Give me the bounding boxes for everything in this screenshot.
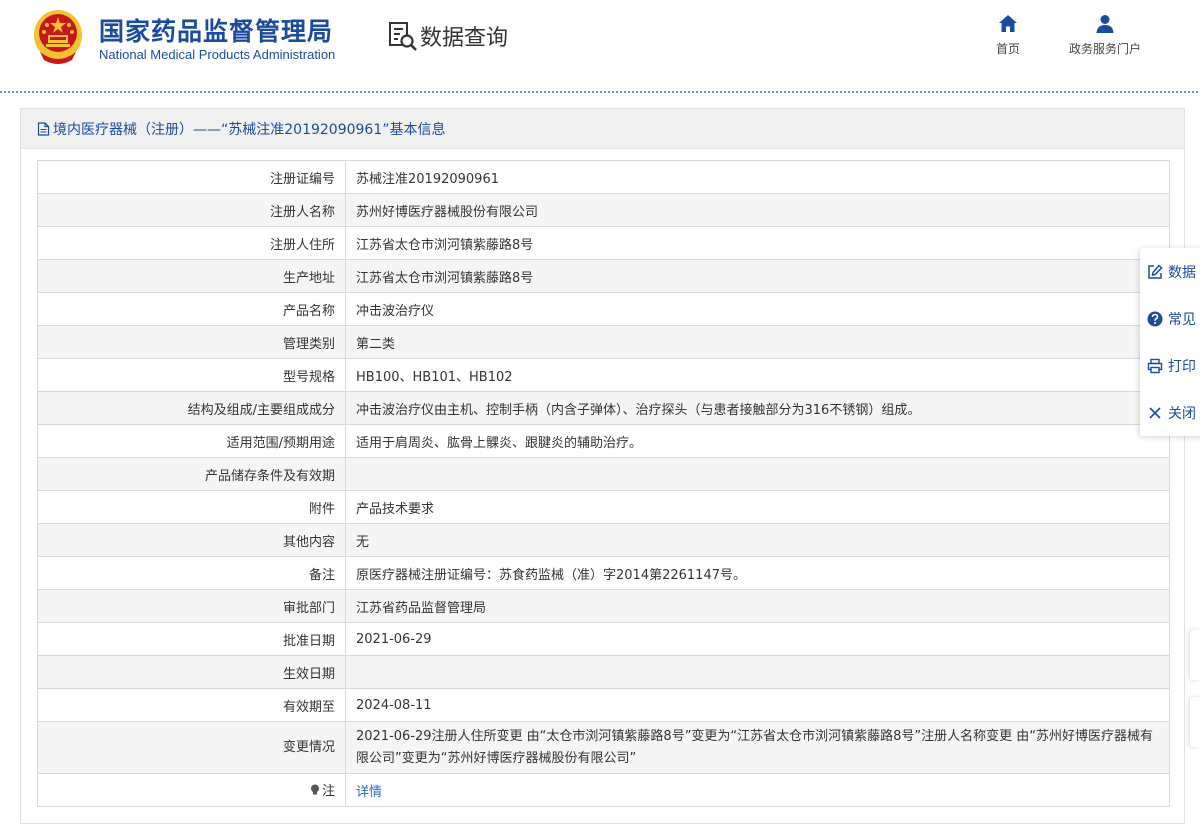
float-item-label: 数据 [1168,264,1196,281]
row-value: 2021-06-29注册人住所变更 由“太仓市浏河镇紫藤路8号”变更为“江苏省太… [345,721,1170,774]
float-item-print[interactable]: 打印 [1140,342,1200,389]
row-value: 冲击波治疗仪由主机、控制手柄（内含子弹体）、治疗探头（与患者接触部分为316不锈… [345,391,1170,425]
row-label: 型号规格 [37,358,346,392]
table-row: 型号规格 HB100、HB101、HB102 [37,358,1170,392]
row-value: HB100、HB101、HB102 [345,358,1170,392]
site-header: 国家药品监督管理局 National Medical Products Admi… [0,0,1200,93]
row-label: 生产地址 [37,259,346,293]
table-row: 注册人住所 江苏省太仓市浏河镇紫藤路8号 [37,226,1170,260]
table-row: 产品储存条件及有效期 [37,457,1170,491]
table-row: 结构及组成/主要组成成分 冲击波治疗仪由主机、控制手柄（内含子弹体）、治疗探头（与… [37,391,1170,425]
data-query-label: 数据查询 [420,26,509,51]
row-value: 苏械注准20192090961 [345,160,1170,194]
row-value: 原医疗器械注册证编号：苏食药监械（准）字2014第2261147号。 [345,556,1170,590]
table-row: 产品名称 冲击波治疗仪 [37,292,1170,326]
table-row-note: 注 详情 [37,773,1170,807]
row-label: 备注 [37,556,346,590]
row-label: 附件 [37,490,346,524]
panel-title: 境内医疗器械（注册）——“苏械注准20192090961”基本信息 [21,109,1184,149]
data-query-title: 数据查询 [388,20,508,52]
row-value: 2021-06-29 [345,622,1170,656]
row-label: 注册证编号 [37,160,346,194]
row-value [345,457,1170,491]
float-item-label: 关闭 [1168,405,1196,422]
row-label: 产品名称 [37,292,346,326]
row-value: 江苏省太仓市浏河镇紫藤路8号 [345,259,1170,293]
table-row: 有效期至 2024-08-11 [37,688,1170,722]
floating-toolbar: 数据 常见 打印 关闭 [1140,248,1200,436]
nav-home[interactable]: 首页 [985,14,1031,57]
table-row: 其他内容无 [37,523,1170,557]
row-label: 结构及组成/主要组成成分 [37,391,346,425]
row-value: 产品技术要求 [345,490,1170,524]
float-item-label: 常见 [1168,311,1196,328]
float-item-label: 打印 [1168,358,1196,375]
table-row: 注册人名称 苏州好博医疗器械股份有限公司 [37,193,1170,227]
device-info-table: 注册证编号 苏械注准20192090961 注册人名称 苏州好博医疗器械股份有限公司… [37,160,1170,807]
row-value: 2024-08-11 [345,688,1170,722]
note-label-text: 注 [321,784,335,800]
agency-name-en: National Medical Products Administration [99,47,336,62]
row-label: 注册人住所 [37,226,346,260]
row-value: 江苏省药品监督管理局 [345,589,1170,623]
printer-icon [1147,358,1163,373]
row-label: 其他内容 [37,523,346,557]
row-label: 变更情况 [37,721,346,774]
user-icon [1096,15,1114,33]
home-icon [999,15,1017,32]
table-row: 批准日期 2021-06-29 [37,622,1170,656]
row-label: 审批部门 [37,589,346,623]
detail-panel: 境内医疗器械（注册）——“苏械注准20192090961”基本信息 注册证编号苏… [20,108,1185,824]
float-item-faq[interactable]: 常见 [1140,295,1200,342]
table-row: 变更情况 2021-06-29注册人住所变更 由“太仓市浏河镇紫藤路8号”变更为“… [37,721,1170,774]
row-value: 苏州好博医疗器械股份有限公司 [345,193,1170,227]
table-row: 审批部门 江苏省药品监督管理局 [37,589,1170,623]
side-edge-tab[interactable] [1190,630,1200,680]
row-label: 生效日期 [37,655,346,689]
row-value [345,655,1170,689]
header-divider [0,91,1200,93]
nav-service-portal[interactable]: 政务服务门户 [1058,14,1152,57]
edit-icon [1148,263,1163,279]
row-value: 适用于肩周炎、肱骨上髁炎、跟腱炎的辅助治疗。 [345,424,1170,458]
table-row: 附件 产品技术要求 [37,490,1170,524]
lightbulb-icon [310,784,319,795]
side-edge-tab[interactable] [1190,697,1200,747]
float-item-data[interactable]: 数据 [1140,248,1200,295]
note-label: 注 [310,780,335,799]
row-label: 有效期至 [37,688,346,722]
table-row: 备注 原医疗器械注册证编号：苏食药监械（准）字2014第2261147号。 [37,556,1170,590]
table-row: 注册证编号 苏械注准20192090961 [37,160,1170,194]
nav-home-label: 首页 [995,42,1020,56]
table-row: 生效日期 [37,655,1170,689]
details-link[interactable]: 详情 [356,785,382,800]
float-item-close[interactable]: 关闭 [1140,389,1200,436]
agency-name-cn: 国家药品监督管理局 [99,17,334,46]
row-label: 适用范围/预期用途 [37,424,346,458]
document-search-icon [389,22,417,51]
row-value: 第二类 [345,325,1170,359]
document-icon [37,121,50,136]
row-label: 产品储存条件及有效期 [37,457,346,491]
nav-portal-label: 政务服务门户 [1068,42,1141,56]
row-label: 注册人名称 [37,193,346,227]
question-icon [1147,311,1163,326]
row-value: 无 [345,523,1170,557]
row-label: 管理类别 [37,325,346,359]
panel-title-text: 境内医疗器械（注册）——“苏械注准20192090961”基本信息 [53,121,446,138]
table-row: 生产地址 江苏省太仓市浏河镇紫藤路8号 [37,259,1170,293]
table-row: 适用范围/预期用途 适用于肩周炎、肱骨上髁炎、跟腱炎的辅助治疗。 [37,424,1170,458]
row-value: 江苏省太仓市浏河镇紫藤路8号 [345,226,1170,260]
row-value: 冲击波治疗仪 [345,292,1170,326]
close-icon [1149,406,1161,419]
row-label: 批准日期 [37,622,346,656]
table-row: 管理类别 第二类 [37,325,1170,359]
national-emblem-icon [34,10,82,64]
